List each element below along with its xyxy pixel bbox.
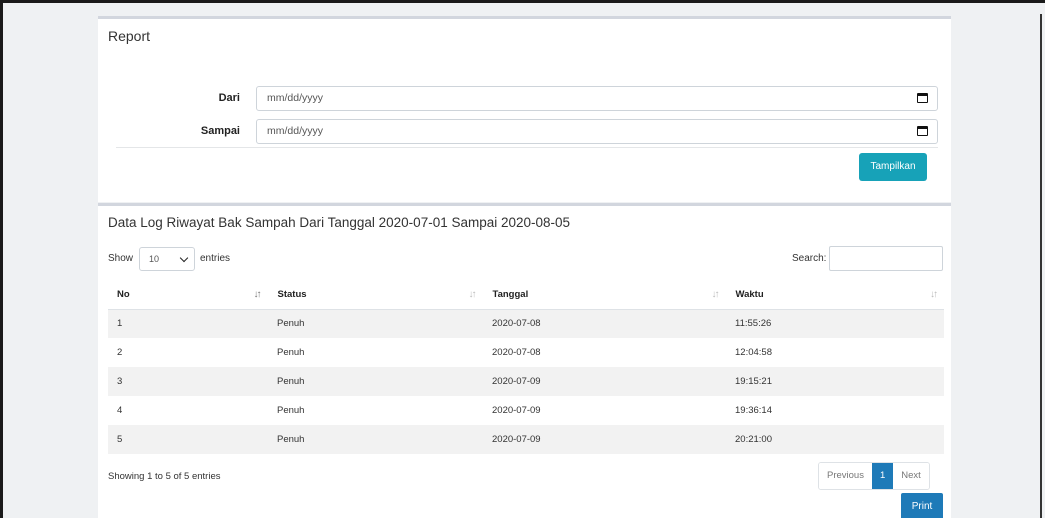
- cell-tanggal: 2020-07-09: [483, 425, 726, 454]
- previous-page-button[interactable]: Previous: [819, 463, 872, 489]
- table-info: Showing 1 to 5 of 5 entries: [108, 471, 221, 482]
- column-header-status[interactable]: Status ↓↑: [267, 280, 483, 310]
- entries-label: entries: [200, 253, 231, 264]
- search-input[interactable]: [829, 246, 943, 271]
- column-header-label: Waktu: [735, 288, 764, 300]
- print-button[interactable]: Print: [901, 493, 943, 518]
- to-date-placeholder: mm/dd/yyyy: [267, 125, 324, 137]
- cell-status: Penuh: [277, 347, 305, 358]
- log-card: Data Log Riwayat Bak Sampah Dari Tanggal…: [98, 203, 951, 518]
- cell-no: 5: [108, 425, 268, 454]
- cell-status: Penuh: [268, 309, 483, 338]
- sort-icon: ↓↑: [930, 289, 938, 300]
- log-title: Data Log Riwayat Bak Sampah Dari Tanggal…: [108, 215, 571, 230]
- cell-no: 3: [108, 367, 268, 396]
- sort-icon: ↓↑: [253, 289, 262, 300]
- cell-no: 1: [108, 309, 268, 338]
- to-label: Sampai: [200, 125, 240, 137]
- window-frame-left: [0, 0, 3, 518]
- column-header-label: Status: [277, 288, 307, 300]
- table-header-row: No ↓↑ Status ↓↑ Tanggal ↓↑ Waktu ↓↑: [108, 280, 944, 310]
- report-title: Report: [108, 28, 151, 44]
- entries-select[interactable]: 10: [139, 247, 195, 271]
- cell-status: Penuh: [277, 405, 305, 416]
- table-row: 4 Penuh 2020-07-09 19:36:14: [108, 396, 944, 425]
- show-label: Show: [108, 253, 134, 264]
- window-frame-right: [1040, 14, 1042, 518]
- table-row: 3 Penuh 2020-07-09 19:15:21: [108, 367, 944, 396]
- report-card: Report Dari mm/dd/yyyy Sampai mm/dd/yyyy…: [98, 16, 951, 202]
- cell-waktu: 11:55:26: [726, 309, 944, 338]
- cell-tanggal: 2020-07-09: [483, 367, 726, 396]
- cell-waktu: 20:21:00: [726, 425, 944, 454]
- column-header-no[interactable]: No ↓↑: [108, 280, 268, 310]
- table-row: 2 Penuh 2020-07-08 12:04:58: [108, 338, 944, 367]
- pagination: Previous 1 Next: [818, 462, 930, 490]
- cell-status: Penuh: [268, 425, 483, 454]
- table-row: 1 Penuh 2020-07-08 11:55:26: [108, 309, 944, 338]
- cell-waktu: 19:15:21: [726, 367, 944, 396]
- column-header-waktu[interactable]: Waktu ↓↑: [725, 280, 944, 310]
- table-row: 5 Penuh 2020-07-09 20:21:00: [108, 425, 944, 454]
- cell-tanggal: 2020-07-09: [492, 405, 541, 416]
- cell-waktu: 19:36:14: [735, 405, 772, 416]
- column-header-label: Tanggal: [492, 288, 529, 300]
- sort-icon: ↓↑: [711, 289, 720, 300]
- cell-status: Penuh: [268, 367, 483, 396]
- search-label: Search:: [792, 253, 827, 264]
- from-date-placeholder: mm/dd/yyyy: [267, 92, 324, 104]
- page-1-button[interactable]: 1: [871, 463, 894, 489]
- tampilkan-button[interactable]: Tampilkan: [859, 153, 927, 181]
- next-page-button[interactable]: Next: [893, 463, 929, 489]
- chevron-down-icon: [179, 253, 189, 263]
- log-table: No ↓↑ Status ↓↑ Tanggal ↓↑ Waktu ↓↑ 1 Penuh …: [108, 280, 944, 454]
- cell-tanggal: 2020-07-08: [492, 347, 541, 358]
- cell-no: 4: [117, 405, 123, 416]
- column-header-tanggal[interactable]: Tanggal ↓↑: [482, 280, 726, 310]
- cell-waktu: 12:04:58: [735, 347, 772, 358]
- to-date-input[interactable]: mm/dd/yyyy: [256, 119, 938, 144]
- sort-icon: ↓↑: [468, 289, 477, 300]
- entries-value: 10: [149, 254, 160, 264]
- column-header-label: No: [117, 288, 130, 300]
- form-divider: [116, 147, 938, 148]
- window-frame-top: [0, 0, 1045, 3]
- calendar-icon[interactable]: [917, 126, 928, 136]
- from-date-input[interactable]: mm/dd/yyyy: [256, 86, 938, 111]
- cell-no: 2: [117, 347, 123, 358]
- cell-tanggal: 2020-07-08: [483, 309, 726, 338]
- calendar-icon[interactable]: [917, 93, 928, 103]
- from-label: Dari: [218, 92, 240, 104]
